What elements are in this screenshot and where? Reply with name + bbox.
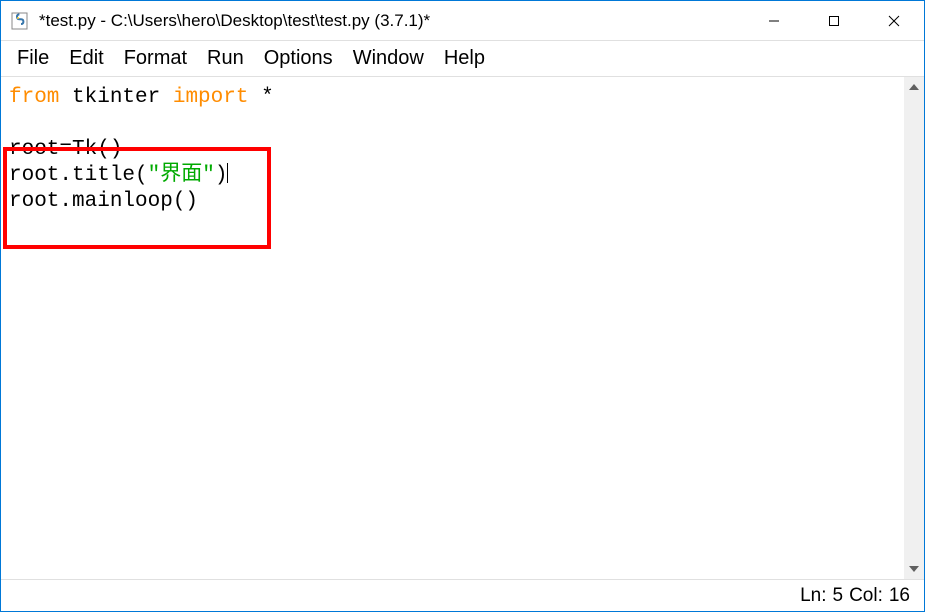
titlebar: *test.py - C:\Users\hero\Desktop\test\te… [1, 1, 924, 41]
status-col-value: 16 [889, 585, 910, 607]
menu-file[interactable]: File [7, 43, 59, 74]
editor-container: from tkinter import * root=Tk() root.tit… [1, 77, 924, 579]
window-controls [744, 1, 924, 40]
menubar: File Edit Format Run Options Window Help [1, 41, 924, 77]
string-literal: "界面" [148, 164, 215, 187]
menu-edit[interactable]: Edit [59, 43, 113, 74]
app-icon [11, 11, 31, 31]
keyword-import: import [173, 86, 249, 109]
status-col-label: Col: [849, 585, 883, 607]
menu-format[interactable]: Format [114, 43, 197, 74]
keyword-from: from [9, 86, 59, 109]
menu-options[interactable]: Options [254, 43, 343, 74]
text-cursor [227, 163, 228, 183]
code-line-5: root.mainloop() [9, 190, 198, 213]
vertical-scrollbar[interactable] [904, 77, 924, 579]
status-line-label: Ln: [800, 585, 826, 607]
code-line-4-post: ) [215, 164, 228, 187]
menu-window[interactable]: Window [343, 43, 434, 74]
scroll-up-arrow[interactable] [904, 77, 924, 97]
close-button[interactable] [864, 1, 924, 40]
status-line-value: 5 [832, 585, 843, 607]
maximize-button[interactable] [804, 1, 864, 40]
scroll-down-arrow[interactable] [904, 559, 924, 579]
minimize-button[interactable] [744, 1, 804, 40]
code-text: * [248, 86, 273, 109]
statusbar: Ln: 5 Col: 16 [1, 579, 924, 611]
code-line-3: root=Tk() [9, 138, 122, 161]
code-text: tkinter [59, 86, 172, 109]
code-line-4-pre: root.title( [9, 164, 148, 187]
code-editor[interactable]: from tkinter import * root=Tk() root.tit… [1, 77, 904, 579]
menu-run[interactable]: Run [197, 43, 254, 74]
menu-help[interactable]: Help [434, 43, 495, 74]
window-title: *test.py - C:\Users\hero\Desktop\test\te… [39, 11, 430, 31]
